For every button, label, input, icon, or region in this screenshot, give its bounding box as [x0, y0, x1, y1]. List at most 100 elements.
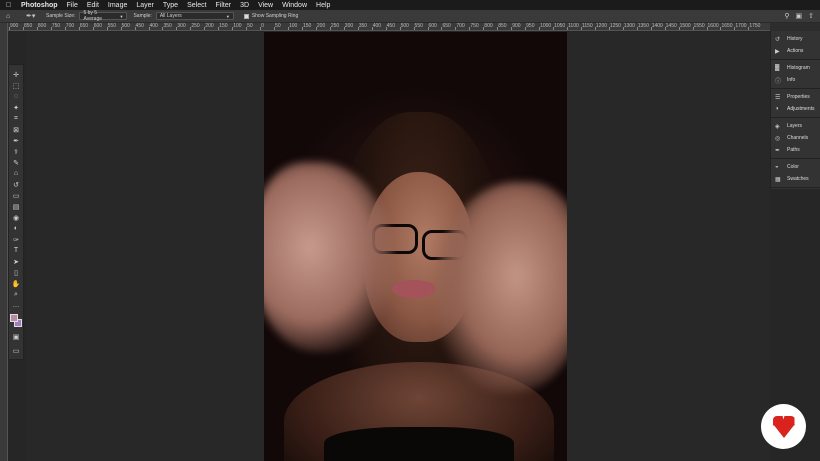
ruler-tick: [650, 27, 652, 30]
menu-help[interactable]: Help: [316, 2, 330, 9]
quick-select-icon[interactable]: ✦: [10, 102, 22, 113]
ruler-tick-label: 900: [10, 23, 19, 29]
ruler-tick-label: 700: [65, 23, 75, 29]
panel-dock: ↺ History ▶ Actions ▓ Histogram ⓘ Info ☰ Properti…: [770, 31, 820, 189]
history-brush-icon[interactable]: ↺: [10, 179, 22, 190]
eyedropper-tool-preset-icon[interactable]: ✒▾: [26, 12, 40, 20]
ruler-tick: [567, 27, 568, 30]
hand-icon[interactable]: ✋: [10, 278, 22, 289]
ruler-tick-label: 600: [93, 23, 103, 29]
ruler-tick: [343, 27, 345, 30]
menu-view[interactable]: View: [258, 2, 273, 9]
panel-layers[interactable]: ◈ Layers: [771, 120, 820, 132]
ruler-tick-label: 750: [470, 23, 479, 29]
ruler-tick: [580, 27, 582, 30]
menu-select[interactable]: Select: [187, 2, 206, 9]
horizontal-ruler[interactable]: 900 850 800 750 700 650 600 550 500 450 400 350 300 2…: [8, 23, 770, 31]
ruler-tick: [64, 27, 66, 30]
menu-type[interactable]: Type: [163, 2, 178, 9]
gradient-icon[interactable]: ▤: [10, 201, 22, 212]
clone-stamp-icon[interactable]: ⌂: [10, 168, 22, 179]
ruler-tick-label: 800: [37, 23, 47, 29]
panel-label: Layers: [787, 123, 803, 129]
ruler-tick: [720, 27, 722, 30]
ruler-tick-label: 450: [135, 23, 144, 29]
panel-label: Info: [787, 77, 796, 83]
panel-group: ◈ Layers ◎ Channels ✒ Paths: [771, 118, 820, 159]
type-icon[interactable]: T: [10, 245, 22, 256]
ruler-tick-label: 550: [414, 23, 423, 29]
ruler-tick: [357, 27, 359, 30]
workspace-icon[interactable]: ▣: [796, 12, 803, 20]
rectangle-icon[interactable]: ▯: [10, 267, 22, 278]
ruler-tick: [162, 27, 164, 30]
show-sampling-ring-checkbox[interactable]: [243, 13, 249, 19]
search-icon[interactable]: ⚲: [784, 12, 789, 20]
panel-info[interactable]: ⓘ Info: [771, 74, 820, 86]
color-swatches: [10, 314, 22, 328]
histogram-icon: ▓: [775, 65, 780, 71]
marquee-icon[interactable]: ⬚: [10, 80, 22, 91]
panel-channels[interactable]: ◎ Channels: [771, 132, 820, 144]
panel-properties[interactable]: ☰ Properties: [771, 91, 820, 103]
blur-icon[interactable]: ◉: [10, 212, 22, 223]
menu-edit[interactable]: Edit: [87, 2, 99, 9]
more-tools-icon[interactable]: …: [10, 300, 22, 311]
menu-image[interactable]: Image: [108, 2, 127, 9]
panel-history[interactable]: ↺ History: [771, 33, 820, 45]
ruler-tick-label: 1200: [595, 23, 608, 29]
layers-icon: ◈: [775, 123, 780, 130]
ruler-tick-label: 1350: [637, 23, 649, 29]
screen-mode-icon[interactable]: ▭: [10, 345, 22, 356]
menu-window[interactable]: Window: [282, 2, 307, 9]
ruler-tick: [371, 27, 373, 30]
brush-icon[interactable]: ✎: [10, 157, 22, 168]
ruler-tick: [692, 27, 694, 30]
path-select-icon[interactable]: ➤: [10, 256, 22, 267]
menu-filter[interactable]: Filter: [216, 2, 232, 9]
ruler-tick-label: 1450: [665, 23, 677, 29]
ruler-tick-label: 400: [149, 23, 158, 29]
ruler-tick-label: 250: [330, 23, 340, 29]
ruler-tick-label: 1400: [651, 23, 663, 29]
document-image[interactable]: [264, 32, 567, 461]
sample-size-select[interactable]: 5 by 5 Average ▼: [79, 10, 128, 22]
pen-icon[interactable]: ✑: [10, 234, 22, 245]
photo-lips: [392, 280, 436, 298]
panel-histogram[interactable]: ▓ Histogram: [771, 62, 820, 74]
eyedropper-icon[interactable]: ✒: [10, 135, 22, 146]
menu-file[interactable]: File: [67, 2, 78, 9]
zoom-icon[interactable]: ⌕: [10, 289, 22, 300]
home-icon[interactable]: ⌂: [6, 13, 16, 20]
share-icon[interactable]: ⇧: [808, 12, 814, 20]
panel-adjustments[interactable]: ◑ Adjustments: [771, 103, 820, 115]
tools-panel: ✛ ⬚ ◌ ✦ ⌗ ⊠ ✒ ⚕ ✎ ⌂ ↺ ▭ ▤ ◉ ◐ ✑ T ➤ ▯ ✋ ⌕… ▣ ▭: [8, 64, 24, 360]
quick-mask-icon[interactable]: ▣: [10, 331, 22, 342]
menu-3d[interactable]: 3D: [240, 2, 249, 9]
frame-icon[interactable]: ⊠: [10, 124, 22, 135]
panel-swatches[interactable]: ▦ Swatches: [771, 173, 820, 185]
move-icon[interactable]: ✛: [10, 69, 22, 80]
vertical-ruler[interactable]: [0, 23, 8, 461]
eraser-icon[interactable]: ▭: [10, 190, 22, 201]
options-right-controls: ⚲ ▣ ⇧: [784, 12, 814, 20]
foreground-color-swatch[interactable]: [10, 314, 18, 322]
panel-color[interactable]: ◒ Color: [771, 161, 820, 173]
sample-select[interactable]: All Layers ▼: [155, 12, 234, 20]
dodge-icon[interactable]: ◐: [10, 223, 22, 234]
panel-dock-header[interactable]: [770, 23, 820, 31]
crop-icon[interactable]: ⌗: [10, 113, 22, 124]
panel-label: Paths: [787, 147, 800, 153]
lasso-icon[interactable]: ◌: [10, 91, 22, 102]
ruler-tick: [748, 27, 750, 30]
menu-layer[interactable]: Layer: [136, 2, 154, 9]
canvas-area[interactable]: [26, 32, 770, 461]
apple-icon[interactable]: : [6, 2, 13, 9]
panel-paths[interactable]: ✒ Paths: [771, 144, 820, 156]
ruler-tick: [218, 27, 220, 30]
info-icon: ⓘ: [775, 78, 782, 85]
healing-icon[interactable]: ⚕: [10, 146, 22, 157]
panel-actions[interactable]: ▶ Actions: [771, 45, 820, 57]
ruler-tick: [427, 27, 429, 30]
menu-app-name[interactable]: Photoshop: [21, 2, 58, 9]
